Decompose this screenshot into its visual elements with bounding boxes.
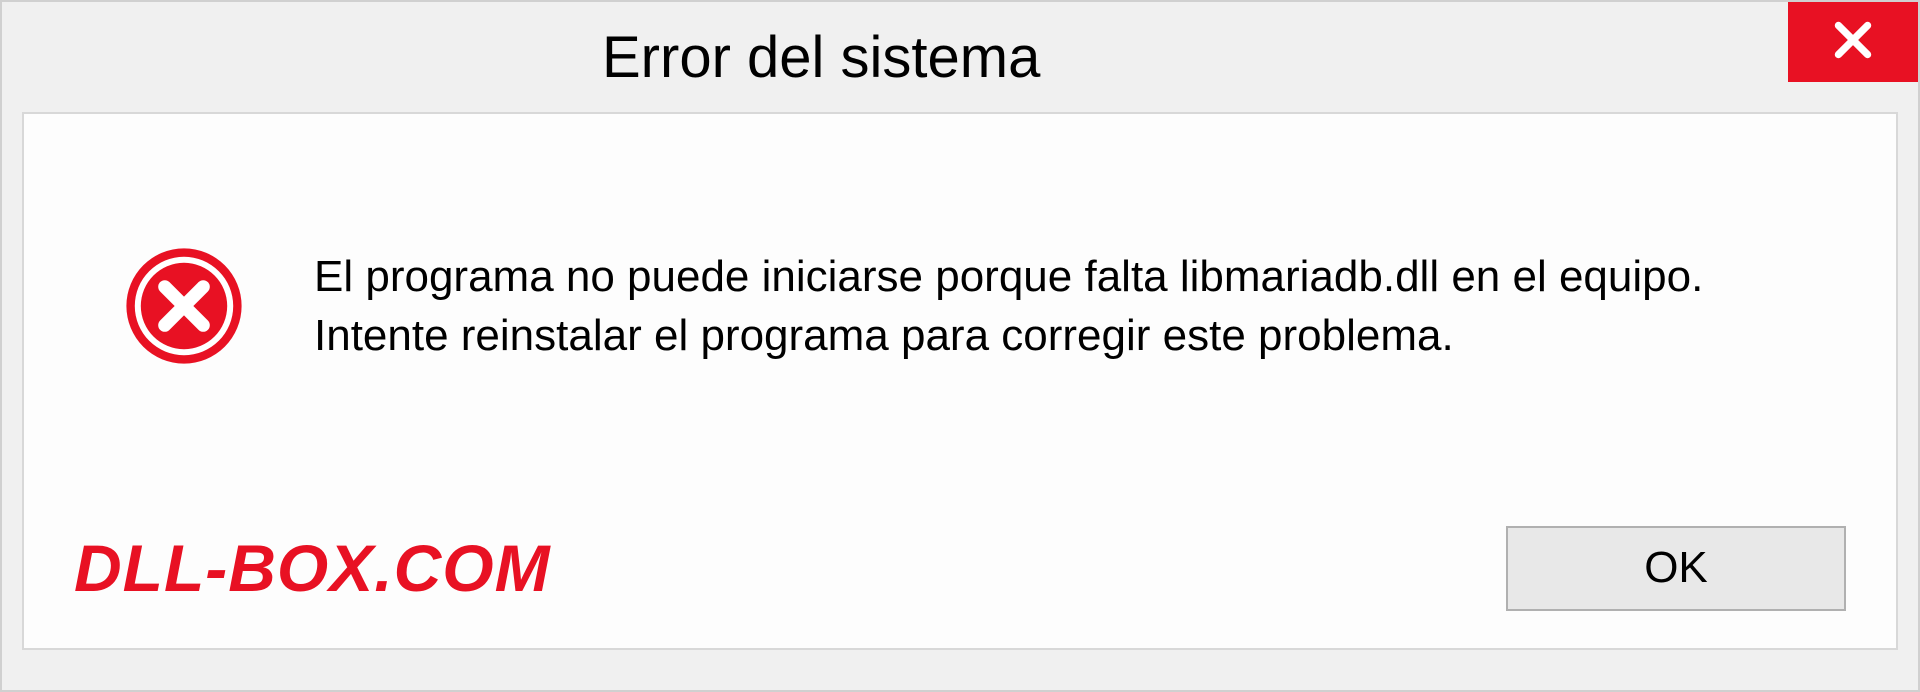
close-icon (1828, 15, 1878, 70)
message-area: El programa no puede iniciarse porque fa… (24, 114, 1896, 498)
error-icon (124, 246, 244, 366)
error-dialog: Error del sistema El programa n (0, 0, 1920, 692)
ok-button[interactable]: OK (1506, 526, 1846, 611)
error-message: El programa no puede iniciarse porque fa… (314, 247, 1816, 366)
titlebar: Error del sistema (2, 2, 1918, 112)
watermark-text: DLL-BOX.COM (74, 530, 551, 606)
dialog-title: Error del sistema (2, 24, 1788, 91)
close-button[interactable] (1788, 2, 1918, 82)
content-frame: El programa no puede iniciarse porque fa… (22, 112, 1898, 650)
bottom-bar: DLL-BOX.COM OK (24, 498, 1896, 648)
